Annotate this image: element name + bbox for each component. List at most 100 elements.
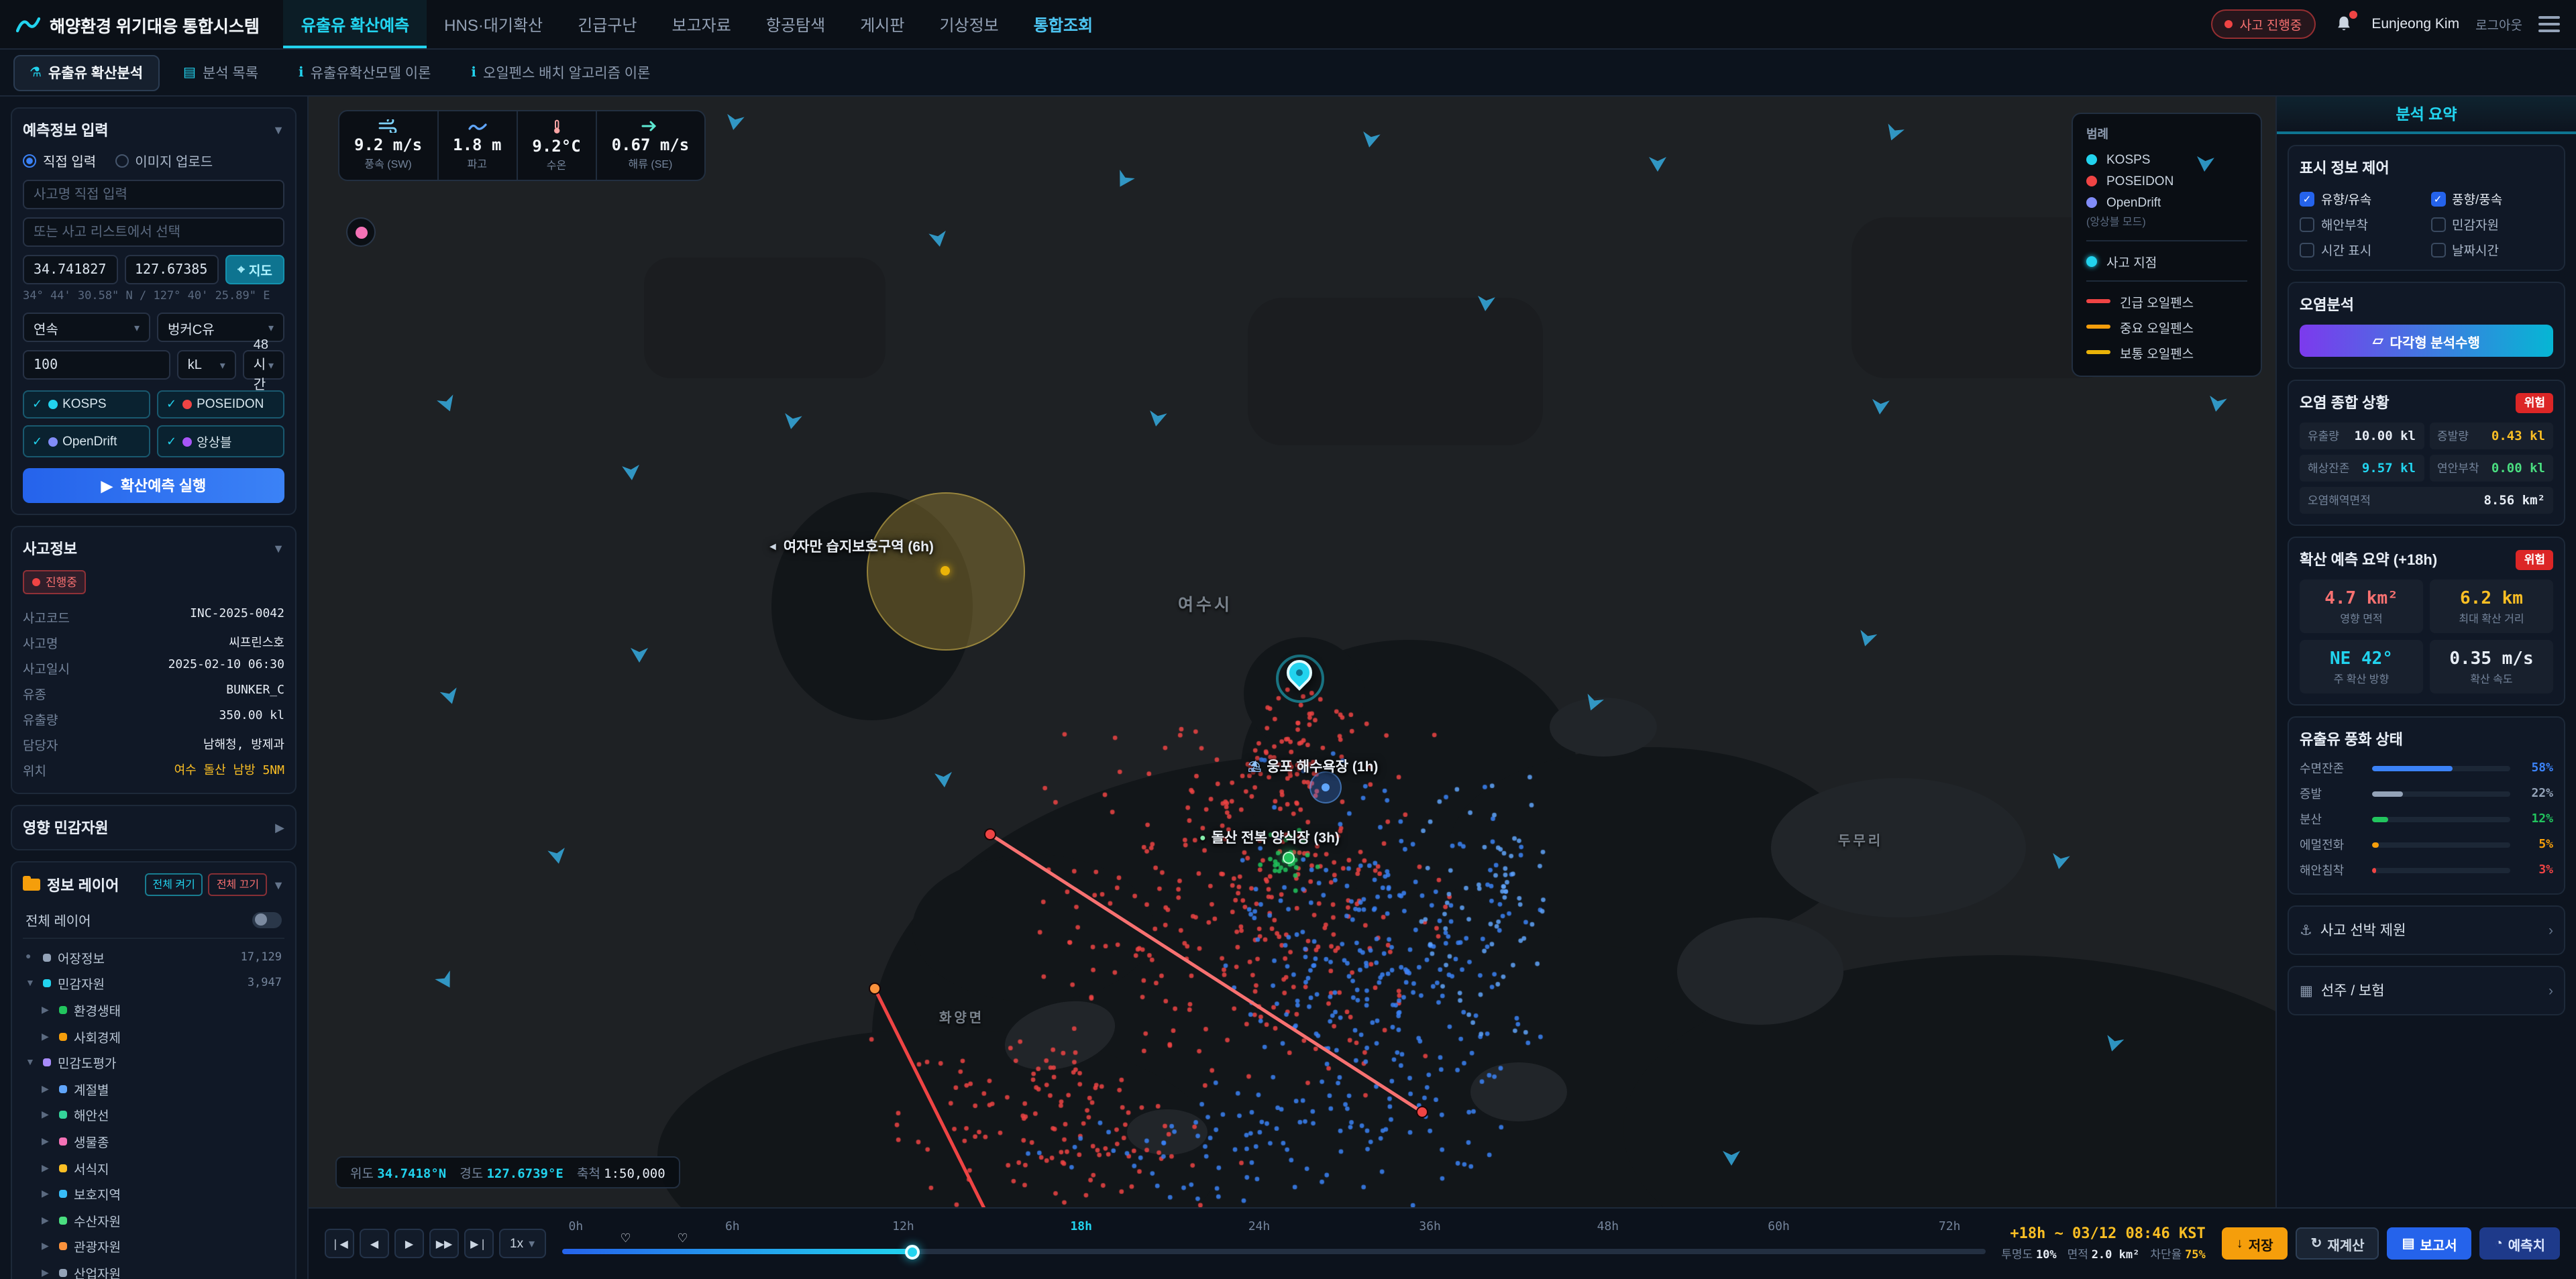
tree-arrow-icon[interactable]: ▶ — [42, 1084, 52, 1095]
unit-select[interactable]: kL▾ — [177, 350, 236, 380]
timeline-tick[interactable]: 24h — [1248, 1221, 1271, 1234]
spill-type-select[interactable]: 연속▾ — [23, 313, 150, 342]
amount-input[interactable] — [23, 350, 170, 380]
tab[interactable]: ℹ유출유확산모델 이론 — [282, 54, 447, 91]
incident-name-input[interactable] — [23, 180, 284, 209]
timeline-tick[interactable]: 36h — [1419, 1221, 1441, 1234]
bookmark-heart-icon[interactable]: ♡ — [621, 1231, 631, 1246]
nav-item[interactable]: 항공탐색 — [749, 0, 843, 48]
layer-item[interactable]: ▶사회경제 — [23, 1023, 284, 1050]
panel-title-tab[interactable]: 분석 요약 — [2277, 97, 2576, 134]
radio-image-upload[interactable]: 이미지 업로드 — [115, 150, 213, 170]
nav-item[interactable]: 보고자료 — [655, 0, 749, 48]
tab[interactable]: ℹ오일펜스 배치 알고리즘 이론 — [455, 54, 666, 91]
user-name[interactable]: Eunjeong Kim — [2371, 16, 2459, 32]
timeline-tick[interactable]: 0h — [569, 1221, 584, 1234]
tree-arrow-icon[interactable]: ▶ — [42, 1215, 52, 1225]
tab[interactable]: ▤분석 목록 — [167, 54, 274, 91]
display-checkbox[interactable]: 시간 표시 — [2300, 240, 2422, 259]
longitude-input[interactable] — [124, 255, 219, 284]
pick-on-map-button[interactable]: ⌖ 지도 — [225, 255, 284, 284]
polygon-analysis-button[interactable]: ▱ 다각형 분석수행 — [2300, 325, 2553, 357]
tree-arrow-icon[interactable]: ▼ — [25, 979, 36, 989]
layer-item[interactable]: ▶관광자원 — [23, 1233, 284, 1260]
layer-item[interactable]: ▼민감자원3,947 — [23, 970, 284, 997]
tree-arrow-icon[interactable]: ▶ — [42, 1136, 52, 1147]
tree-arrow-icon[interactable]: ▼ — [25, 1058, 36, 1067]
skip-end-button[interactable]: ▶❘ — [464, 1229, 494, 1258]
timeline-tick[interactable]: 18h — [1070, 1221, 1092, 1234]
farm-marker-icon[interactable] — [1283, 852, 1295, 864]
tree-arrow-icon[interactable]: ▶ — [42, 1005, 52, 1015]
layers-all-on-button[interactable]: 전체 켜기 — [144, 873, 203, 896]
nav-item[interactable]: 게시판 — [843, 0, 922, 48]
incident-list-input[interactable] — [23, 217, 284, 247]
nav-item[interactable]: 긴급구난 — [560, 0, 654, 48]
owner-insurance-card[interactable]: ▦ 선주 / 보험 › — [2288, 966, 2565, 1015]
display-checkbox[interactable]: 날짜시간 — [2430, 240, 2553, 259]
layer-item[interactable]: ▶수산자원 — [23, 1207, 284, 1233]
nav-item[interactable]: HNS·대기확산 — [427, 0, 560, 48]
radio-direct-input[interactable]: 직접 입력 — [23, 150, 96, 170]
model-checkbox[interactable]: ✓OpenDrift — [23, 425, 150, 457]
expand-chevron-icon[interactable]: › — [2548, 983, 2553, 999]
layer-item[interactable]: ▶보호지역 — [23, 1181, 284, 1207]
model-checkbox[interactable]: ✓POSEIDON — [157, 390, 284, 419]
재계산-button[interactable]: ↻재계산 — [2296, 1227, 2379, 1260]
collapse-chevron-icon[interactable]: ▼ — [272, 123, 284, 137]
tree-arrow-icon[interactable]: ▶ — [42, 1241, 52, 1252]
master-layer-toggle[interactable] — [252, 911, 282, 928]
layer-item[interactable]: ▶환경생태 — [23, 997, 284, 1023]
display-checkbox[interactable]: 민감자원 — [2430, 215, 2553, 233]
timeline-tick[interactable]: 6h — [725, 1221, 740, 1234]
step-back-button[interactable]: ◀ — [360, 1229, 389, 1258]
map-style-button[interactable] — [346, 217, 376, 247]
nav-item[interactable]: 통합조회 — [1016, 0, 1110, 48]
layers-all-off-button[interactable]: 전체 끄기 — [209, 873, 267, 896]
collapse-chevron-icon[interactable]: ▼ — [272, 542, 284, 555]
latitude-input[interactable] — [23, 255, 117, 284]
menu-icon[interactable] — [2538, 16, 2560, 32]
incident-status-badge[interactable]: 사고 진행중 — [2212, 9, 2316, 39]
nav-item[interactable]: 유출유 확산예측 — [284, 0, 427, 48]
ship-spec-card[interactable]: ⚓ 사고 선박 제원 › — [2288, 905, 2565, 955]
time-slider[interactable]: 0h6h12h18h24h36h48h60h72h♡♡ — [561, 1217, 1985, 1270]
tree-arrow-icon[interactable]: ▶ — [42, 1268, 52, 1278]
tree-arrow-icon[interactable]: ▶ — [42, 1162, 52, 1173]
layer-item[interactable]: ▶계절별 — [23, 1076, 284, 1102]
expand-chevron-icon[interactable]: ▶ — [275, 820, 284, 835]
model-checkbox[interactable]: ✓앙상블 — [157, 425, 284, 457]
layer-item[interactable]: ●어장정보17,129 — [23, 944, 284, 970]
timeline-tick[interactable]: 48h — [1597, 1221, 1619, 1234]
notification-bell-icon[interactable] — [2331, 12, 2355, 36]
skip-start-button[interactable]: ❘◀ — [325, 1229, 354, 1258]
nav-item[interactable]: 기상정보 — [922, 0, 1016, 48]
play-button[interactable]: ▶ — [394, 1229, 424, 1258]
예측치-button[interactable]: ◔예측치 — [2480, 1227, 2560, 1260]
fast-forward-button[interactable]: ▶▶ — [429, 1229, 459, 1258]
tree-arrow-icon[interactable]: ▶ — [42, 1031, 52, 1042]
map-canvas-area[interactable]: ◄여자만 습지보호구역 (6h) ⛱웅포 해수욕장 (1h) ●돌산 전복 양식… — [309, 97, 2275, 1207]
layer-item[interactable]: ▶서식지 — [23, 1155, 284, 1181]
layer-item[interactable]: ▶산업자원 — [23, 1260, 284, 1279]
timeline-tick[interactable]: 72h — [1939, 1221, 1961, 1234]
tree-arrow-icon[interactable]: ▶ — [42, 1110, 52, 1121]
timeline-tick[interactable]: 60h — [1768, 1221, 1790, 1234]
display-checkbox[interactable]: ✓유향/유속 — [2300, 189, 2422, 208]
slider-thumb[interactable] — [904, 1244, 919, 1259]
display-checkbox[interactable]: 해안부착 — [2300, 215, 2422, 233]
collapse-chevron-icon[interactable]: ▼ — [272, 878, 284, 891]
model-checkbox[interactable]: ✓KOSPS — [23, 390, 150, 419]
run-prediction-button[interactable]: ▶ 확산예측 실행 — [23, 468, 284, 503]
duration-select[interactable]: 48시간▾ — [243, 350, 284, 380]
layer-item[interactable]: ▶해안선 — [23, 1102, 284, 1128]
보고서-button[interactable]: ▤보고서 — [2387, 1227, 2472, 1260]
expand-chevron-icon[interactable]: › — [2548, 922, 2553, 938]
저장-button[interactable]: ↓저장 — [2222, 1227, 2288, 1260]
bookmark-heart-icon[interactable]: ♡ — [677, 1231, 688, 1246]
layer-item[interactable]: ▼민감도평가 — [23, 1050, 284, 1076]
display-checkbox[interactable]: ✓풍향/풍속 — [2430, 189, 2553, 208]
tree-arrow-icon[interactable]: ● — [25, 953, 36, 962]
tab[interactable]: ⚗유출유 확산분석 — [13, 54, 159, 91]
tree-arrow-icon[interactable]: ▶ — [42, 1188, 52, 1199]
